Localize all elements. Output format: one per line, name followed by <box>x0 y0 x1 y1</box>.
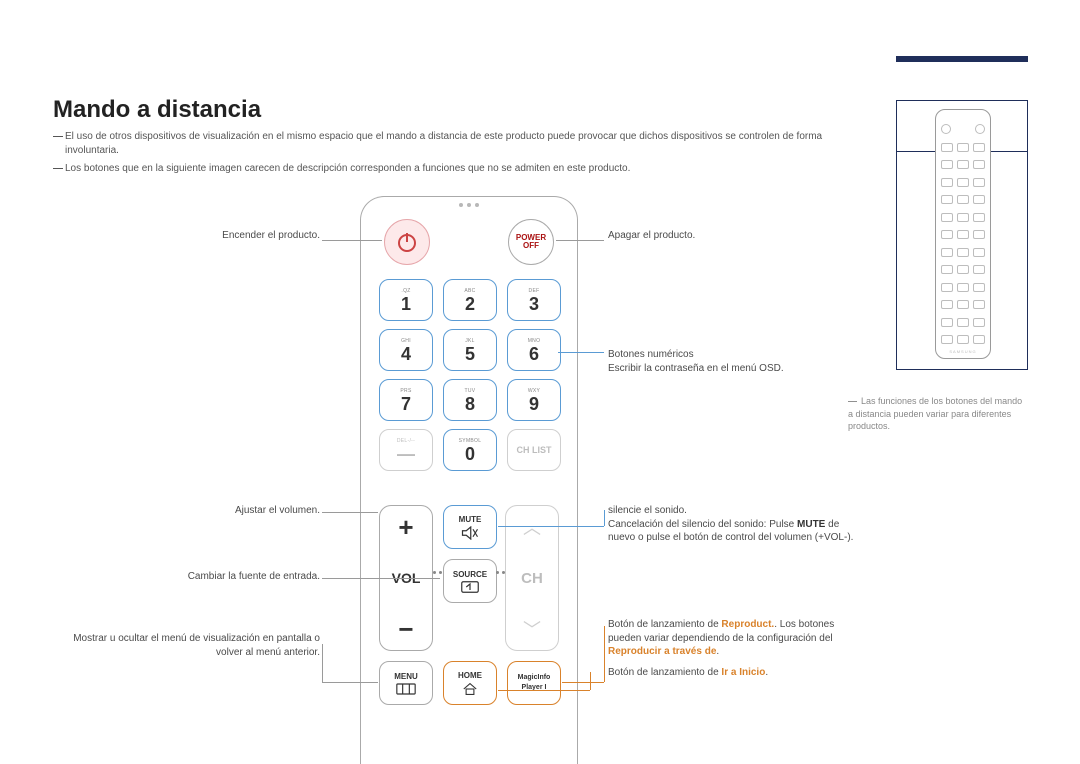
remote-thumbnail-brand: SAMSUNG <box>936 349 990 354</box>
num-2-button: ABC2 <box>443 279 497 321</box>
mute-button: MUTE <box>443 505 497 549</box>
power-off-button: POWER OFF <box>508 219 554 265</box>
source-button: SOURCE <box>443 559 497 603</box>
leader-mute-v <box>604 510 605 526</box>
menu-button: MENU <box>379 661 433 705</box>
callout-power-off: Apagar el producto. <box>608 229 868 243</box>
num-3-button: DEF3 <box>507 279 561 321</box>
menu-home-row: MENU HOME MagicInfo Player I <box>379 661 561 705</box>
vol-down-icon: − <box>398 616 413 642</box>
page-title: Mando a distancia <box>53 96 261 124</box>
num-4-button: GHI4 <box>379 329 433 371</box>
num-8-button: TUV8 <box>443 379 497 421</box>
remote-thumbnail-frame: SAMSUNG <box>896 100 1028 370</box>
ch-label: CH <box>521 570 543 587</box>
num-6-button: MNO6 <box>507 329 561 371</box>
header-rule <box>896 56 1028 62</box>
leader-numeric <box>558 352 604 353</box>
leader-home-v <box>590 672 591 690</box>
power-off-label: POWER OFF <box>516 234 546 250</box>
callout-menu: Mostrar u ocultar el menú de visualizaci… <box>60 632 320 659</box>
leader-mute <box>498 526 604 527</box>
num-7-button: PRS7 <box>379 379 433 421</box>
num-0-button: SYMBOL0 <box>443 429 497 471</box>
thumbnail-note: ―Las funciones de los botones del mando … <box>848 395 1028 433</box>
menu-icon <box>396 683 416 695</box>
vol-up-icon: + <box>398 514 413 540</box>
ir-led-dots <box>459 203 479 207</box>
callout-numeric: Botones numéricos Escribir la contraseña… <box>608 348 868 375</box>
power-icon <box>395 230 419 254</box>
remote-thumbnail: SAMSUNG <box>935 109 991 359</box>
ch-down-icon: ﹀ <box>523 616 541 642</box>
leader-magicinfo-v <box>604 626 605 682</box>
callout-mute: silencie el sonido. Cancelación del sile… <box>608 504 868 545</box>
source-dots-left <box>433 571 442 574</box>
leader-menu <box>322 682 378 683</box>
mute-source-column: MUTE SOURCE <box>443 505 497 603</box>
leader-magicinfo <box>562 682 604 683</box>
mute-icon <box>461 526 479 540</box>
intro-bullet-1: ―El uso de otros dispositivos de visuali… <box>53 130 825 157</box>
num-9-button: WXY9 <box>507 379 561 421</box>
callout-power-on: Encender el producto. <box>60 229 320 243</box>
source-dots-right <box>496 571 505 574</box>
power-on-button <box>384 219 430 265</box>
remote-thumbnail-buttons <box>941 124 985 344</box>
leader-volume <box>322 512 378 513</box>
leader-power-on <box>322 240 382 241</box>
leader-menu-v <box>322 644 323 682</box>
callout-home: Botón de lanzamiento de Ir a Inicio. <box>608 666 868 680</box>
magicinfo-button: MagicInfo Player I <box>507 661 561 705</box>
ch-list-button: CH LIST <box>507 429 561 471</box>
intro-bullet-1-text: El uso de otros dispositivos de visualiz… <box>65 130 825 157</box>
leader-home <box>498 690 590 691</box>
callout-source: Cambiar la fuente de entrada. <box>60 570 320 584</box>
num-1-button: .QZ1 <box>379 279 433 321</box>
intro-bullet-2: ―Los botones que en la siguiente imagen … <box>53 162 825 176</box>
intro-bullet-2-text: Los botones que en la siguiente imagen c… <box>65 162 825 176</box>
callout-magicinfo: Botón de lanzamiento de Reproduct.. Los … <box>608 618 868 659</box>
ch-up-icon: ︿ <box>523 514 541 540</box>
del-button: DEL-/--— <box>379 429 433 471</box>
leader-source <box>322 578 440 579</box>
home-icon <box>462 682 478 696</box>
callout-volume: Ajustar el volumen. <box>60 504 320 518</box>
remote-diagram: POWER OFF .QZ1 ABC2 DEF3 GHI4 JKL5 MNO6 … <box>360 196 578 764</box>
num-5-button: JKL5 <box>443 329 497 371</box>
leader-power-off <box>556 240 604 241</box>
numeric-keypad: .QZ1 ABC2 DEF3 GHI4 JKL5 MNO6 PRS7 TUV8 … <box>379 279 561 471</box>
home-button: HOME <box>443 661 497 705</box>
thumbnail-note-text: Las funciones de los botones del mando a… <box>848 396 1022 431</box>
source-icon <box>461 581 479 593</box>
page: { "title": "Mando a distancia", "intro":… <box>0 0 1080 763</box>
